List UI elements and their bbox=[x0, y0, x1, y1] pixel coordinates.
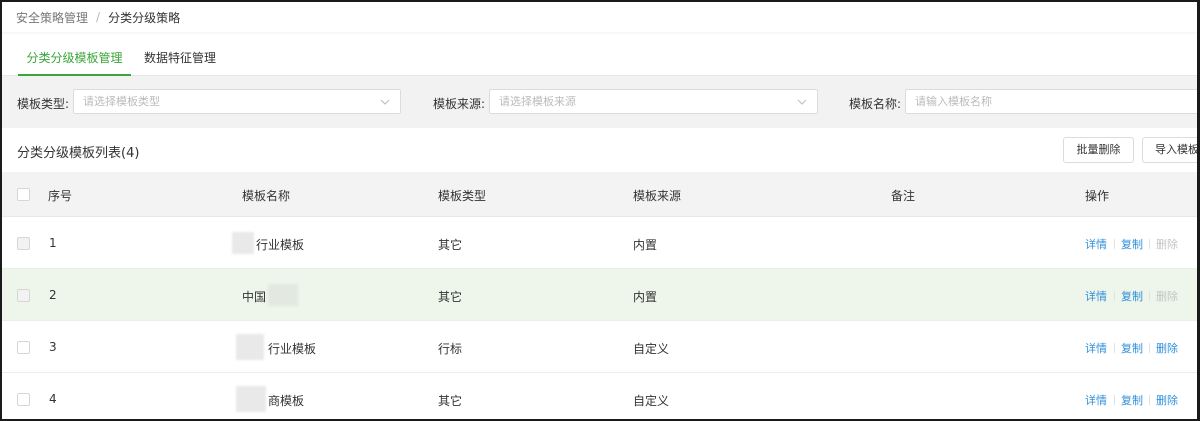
select-all-checkbox[interactable] bbox=[17, 188, 30, 201]
row-checkbox bbox=[17, 237, 30, 250]
redaction-mask bbox=[236, 334, 264, 360]
row-checkbox bbox=[17, 289, 30, 302]
action-divider bbox=[1114, 291, 1115, 301]
template-name-placeholder: 请输入模板名称 bbox=[915, 95, 992, 108]
table-row: 3 行业模板 行标 自定义 详情 复制 删除 bbox=[2, 321, 1197, 373]
delete-link[interactable]: 删除 bbox=[1156, 392, 1178, 408]
template-source-placeholder: 请选择模板来源 bbox=[499, 95, 576, 108]
header-name: 模板名称 bbox=[242, 189, 291, 203]
row-name: 商模板 bbox=[268, 394, 305, 408]
row-type: 行标 bbox=[438, 342, 463, 356]
row-type: 其它 bbox=[438, 238, 463, 252]
template-name-label: 模板名称: bbox=[849, 97, 902, 111]
app-frame: 安全策略管理 / 分类分级策略 分类分级模板管理 数据特征管理 模板类型: 请选… bbox=[0, 0, 1200, 421]
batch-delete-button[interactable]: 批量删除 bbox=[1063, 137, 1134, 163]
row-source: 自定义 bbox=[633, 342, 670, 356]
template-source-select[interactable]: 请选择模板来源 bbox=[489, 89, 818, 114]
list-title: 分类分级模板列表(4) bbox=[17, 146, 140, 161]
tab-template-management[interactable]: 分类分级模板管理 bbox=[18, 40, 131, 76]
action-divider bbox=[1114, 343, 1115, 353]
action-divider bbox=[1114, 239, 1115, 249]
template-source-label: 模板来源: bbox=[433, 97, 486, 111]
row-index: 4 bbox=[49, 392, 57, 406]
template-type-select[interactable]: 请选择模板类型 bbox=[73, 89, 401, 114]
row-type: 其它 bbox=[438, 394, 463, 408]
row-type: 其它 bbox=[438, 290, 463, 304]
breadcrumb-current: 分类分级策略 bbox=[108, 10, 181, 25]
header-note: 备注 bbox=[891, 189, 916, 203]
header-index: 序号 bbox=[48, 189, 73, 203]
row-name: 行业模板 bbox=[256, 238, 305, 252]
row-source: 自定义 bbox=[633, 394, 670, 408]
copy-link[interactable]: 复制 bbox=[1121, 288, 1143, 304]
row-checkbox[interactable] bbox=[17, 393, 30, 406]
delete-link: 删除 bbox=[1156, 238, 1178, 251]
delete-link: 删除 bbox=[1156, 290, 1178, 303]
breadcrumb-parent[interactable]: 安全策略管理 bbox=[16, 9, 88, 26]
template-name-input[interactable]: 请输入模板名称 bbox=[905, 89, 1197, 114]
action-divider bbox=[1149, 395, 1150, 405]
header-actions: 操作 bbox=[1085, 189, 1110, 203]
row-index: 2 bbox=[49, 288, 57, 302]
row-checkbox[interactable] bbox=[17, 341, 30, 354]
header-type: 模板类型 bbox=[438, 189, 487, 203]
breadcrumb-separator: / bbox=[96, 10, 101, 24]
header-source: 模板来源 bbox=[633, 189, 682, 203]
filter-bar: 模板类型: 请选择模板类型 模板来源: 请选择模板来源 模板名称: 请输入模板名… bbox=[2, 76, 1197, 128]
table-row: 1 行业模板 其它 内置 详情 复制 删除 bbox=[2, 217, 1197, 269]
tab-bar: 分类分级模板管理 数据特征管理 bbox=[2, 40, 1197, 76]
import-template-button[interactable]: 导入模板 bbox=[1142, 137, 1197, 163]
tab-data-feature-management[interactable]: 数据特征管理 bbox=[144, 40, 216, 76]
action-divider bbox=[1149, 343, 1150, 353]
table-row: 2 中国 其它 内置 详情 复制 删除 bbox=[2, 269, 1197, 321]
row-name: 中国 bbox=[242, 290, 267, 304]
redaction-mask bbox=[268, 284, 298, 306]
detail-link[interactable]: 详情 bbox=[1085, 288, 1107, 304]
copy-link[interactable]: 复制 bbox=[1121, 392, 1143, 408]
template-type-label: 模板类型: bbox=[17, 97, 70, 111]
copy-link[interactable]: 复制 bbox=[1121, 236, 1143, 252]
chevron-down-icon bbox=[797, 90, 807, 113]
detail-link[interactable]: 详情 bbox=[1085, 392, 1107, 408]
chevron-down-icon bbox=[380, 90, 390, 113]
table-header: 序号 模板名称 模板类型 模板来源 备注 操作 bbox=[2, 172, 1197, 217]
breadcrumb: 安全策略管理 / 分类分级策略 bbox=[2, 2, 1197, 32]
action-divider bbox=[1149, 291, 1150, 301]
detail-link[interactable]: 详情 bbox=[1085, 340, 1107, 356]
template-type-placeholder: 请选择模板类型 bbox=[83, 95, 160, 108]
row-index: 1 bbox=[49, 236, 57, 250]
detail-link[interactable]: 详情 bbox=[1085, 236, 1107, 252]
redaction-mask bbox=[236, 386, 266, 412]
table-row: 4 商模板 其它 自定义 详情 复制 删除 bbox=[2, 373, 1197, 419]
row-source: 内置 bbox=[633, 290, 658, 304]
list-header: 分类分级模板列表(4) 批量删除 导入模板 bbox=[2, 128, 1197, 172]
action-divider bbox=[1149, 239, 1150, 249]
copy-link[interactable]: 复制 bbox=[1121, 340, 1143, 356]
row-name: 行业模板 bbox=[268, 342, 317, 356]
redaction-mask bbox=[232, 232, 254, 254]
action-divider bbox=[1114, 395, 1115, 405]
row-source: 内置 bbox=[633, 238, 658, 252]
row-index: 3 bbox=[49, 340, 57, 354]
delete-link[interactable]: 删除 bbox=[1156, 340, 1178, 356]
